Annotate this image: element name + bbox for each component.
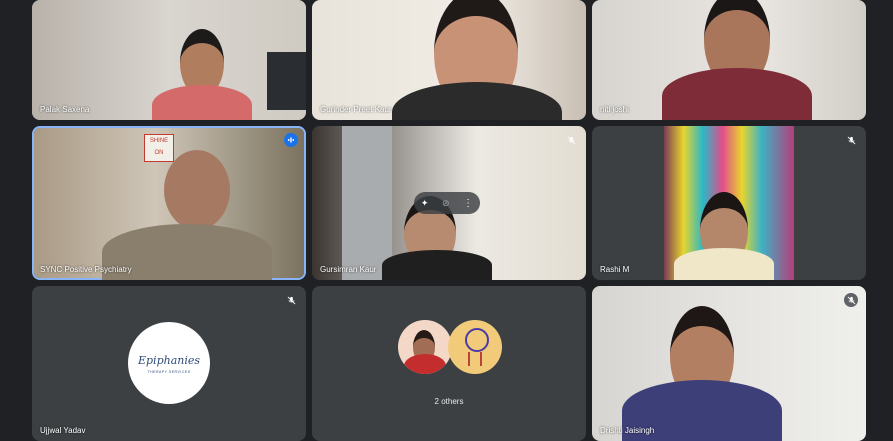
person-video xyxy=(392,0,562,120)
epiphanies-logo: Epiphanies xyxy=(137,354,201,367)
participant-name: niti joshi xyxy=(600,105,629,114)
participant-name: Palak Saxena xyxy=(40,105,90,114)
avatar xyxy=(448,320,502,374)
window-shape xyxy=(267,52,306,110)
mic-off-icon xyxy=(284,293,298,307)
tile-hover-controls[interactable]: ✦ ⊘ ⋮ xyxy=(414,192,480,214)
participant-name: Drishti Jaisingh xyxy=(600,426,655,435)
person-video xyxy=(662,0,812,120)
person-video xyxy=(152,25,252,120)
participant-name: Rashi M xyxy=(600,265,630,274)
person-video xyxy=(622,306,782,441)
person-video xyxy=(102,150,272,280)
participant-tile-gursimran[interactable]: ✦ ⊘ ⋮ Gursimran Kaur xyxy=(312,126,586,280)
mic-off-icon xyxy=(564,133,578,147)
participant-tile-gurinder[interactable]: Gurinder Preet Kaur xyxy=(312,0,586,120)
participant-tile-palak[interactable]: Palak Saxena xyxy=(32,0,306,120)
others-count-label: 2 others xyxy=(434,397,464,406)
pin-icon[interactable]: ✦ xyxy=(421,198,429,209)
participant-name: Gurinder Preet Kaur xyxy=(320,105,392,114)
mute-icon[interactable]: ⊘ xyxy=(442,198,450,209)
participant-name: Ujjwal Yadav xyxy=(40,426,86,435)
participant-tile-sync[interactable]: SHINE ON SYNC Positive Psychiatry xyxy=(32,126,306,280)
participant-tile-drishti[interactable]: Drishti Jaisingh xyxy=(592,286,866,441)
more-options-icon[interactable]: ⋮ xyxy=(463,198,473,209)
epiphanies-logo-subtext: THERAPY SERVICES xyxy=(147,370,191,374)
avatar: Epiphanies THERAPY SERVICES xyxy=(128,322,210,404)
dreamcatcher-icon xyxy=(465,328,489,352)
others-tile[interactable]: 2 others xyxy=(312,286,586,441)
participant-tile-ujjwal[interactable]: Epiphanies THERAPY SERVICES Ujjwal Yadav xyxy=(32,286,306,441)
participant-name: Gursimran Kaur xyxy=(320,265,377,274)
participant-tile-rashi[interactable]: Rashi M xyxy=(592,126,866,280)
speaking-indicator-icon xyxy=(284,133,298,147)
participant-name: SYNC Positive Psychiatry xyxy=(40,265,132,274)
participant-tile-niti[interactable]: niti joshi xyxy=(592,0,866,120)
avatar xyxy=(398,320,452,374)
person-video xyxy=(674,192,774,280)
mic-off-icon xyxy=(844,293,858,307)
mic-off-icon xyxy=(844,133,858,147)
